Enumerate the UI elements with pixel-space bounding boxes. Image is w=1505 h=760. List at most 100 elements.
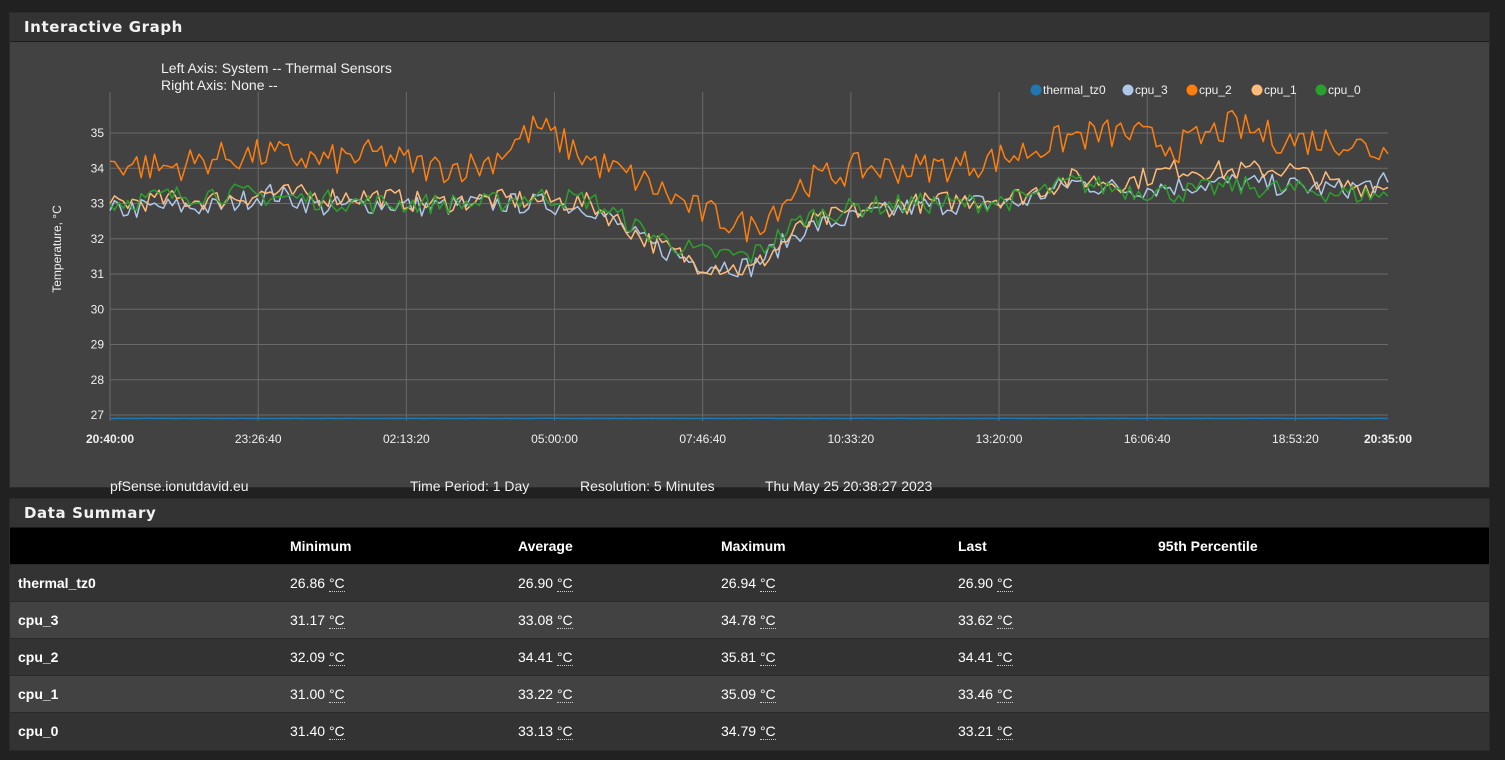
value-avg: 33.13 °C xyxy=(518,712,721,749)
summary-table: Minimum Average Maximum Last 95th Percen… xyxy=(10,528,1489,749)
value-number: 33.22 xyxy=(518,685,554,702)
chart-subtitle: Right Axis: None -- xyxy=(161,77,278,93)
unit-abbr[interactable]: °C xyxy=(759,648,776,666)
x-tick-label: 18:53:20 xyxy=(1272,432,1319,446)
unit-abbr[interactable]: °C xyxy=(996,648,1013,666)
series-layer xyxy=(109,109,1389,420)
value-max: 35.09 °C xyxy=(721,675,958,712)
y-tick-label: 30 xyxy=(91,302,105,316)
series-name: cpu_0 xyxy=(18,722,59,739)
unit-abbr[interactable]: °C xyxy=(328,722,345,740)
value-last: 26.90 °C xyxy=(958,564,1158,601)
series-name: cpu_3 xyxy=(18,611,59,628)
unit-abbr[interactable]: °C xyxy=(556,685,573,703)
value-max: 34.78 °C xyxy=(721,601,958,638)
series-line-cpu_2 xyxy=(109,109,1389,243)
value-number: 33.62 xyxy=(958,611,994,628)
unit-abbr[interactable]: °C xyxy=(556,574,573,592)
unit-abbr[interactable]: °C xyxy=(556,611,573,629)
value-max: 35.81 °C xyxy=(721,638,958,675)
legend-swatch-cpu_3 xyxy=(1122,84,1134,96)
header-average: Average xyxy=(518,537,573,554)
legend-label-cpu_2: cpu_2 xyxy=(1199,83,1232,97)
value-min: 26.86 °C xyxy=(290,564,518,601)
summary-row: cpu_3 31.17 °C 33.08 °C 34.78 °C 33.62 °C xyxy=(10,601,1489,638)
value-number: 32.09 xyxy=(290,648,326,665)
value-avg: 33.22 °C xyxy=(518,675,721,712)
generated-timestamp: Thu May 25 20:38:27 2023 xyxy=(765,478,933,494)
summary-panel-title: Data Summary xyxy=(10,499,1489,528)
value-p95 xyxy=(1158,638,1489,675)
time-period: Time Period: 1 Day xyxy=(410,478,530,494)
resolution: Resolution: 5 Minutes xyxy=(580,478,715,494)
legend-label-thermal_tz0: thermal_tz0 xyxy=(1043,83,1106,97)
y-tick-label: 29 xyxy=(91,338,105,352)
unit-abbr[interactable]: °C xyxy=(328,611,345,629)
unit-abbr[interactable]: °C xyxy=(328,648,345,666)
summary-row: cpu_1 31.00 °C 33.22 °C 35.09 °C 33.46 °C xyxy=(10,675,1489,712)
series-line-cpu_0 xyxy=(109,174,1389,264)
unit-abbr[interactable]: °C xyxy=(759,574,776,592)
series-name: thermal_tz0 xyxy=(18,574,96,591)
unit-abbr[interactable]: °C xyxy=(996,611,1013,629)
x-tick-label: 05:00:00 xyxy=(531,432,578,446)
x-tick-label: 02:13:20 xyxy=(383,432,430,446)
value-last: 33.46 °C xyxy=(958,675,1158,712)
y-tick-label: 32 xyxy=(91,232,105,246)
value-p95 xyxy=(1158,712,1489,749)
unit-abbr[interactable]: °C xyxy=(759,685,776,703)
value-avg: 34.41 °C xyxy=(518,638,721,675)
unit-abbr[interactable]: °C xyxy=(996,685,1013,703)
grid xyxy=(109,92,1388,421)
header-series xyxy=(10,528,290,564)
legend-swatch-cpu_0 xyxy=(1315,84,1327,96)
y-tick-label: 35 xyxy=(91,126,105,140)
series-name: cpu_2 xyxy=(18,648,59,665)
y-axis-ticks: 35 34 33 32 31 30 29 28 27 xyxy=(91,126,105,422)
value-avg: 33.08 °C xyxy=(518,601,721,638)
legend-label-cpu_0: cpu_0 xyxy=(1328,83,1361,97)
data-summary-panel: Data Summary Minimum Average Maximum Las… xyxy=(9,498,1490,751)
summary-row: thermal_tz0 26.86 °C 26.90 °C 26.94 °C 26.90… xyxy=(10,564,1489,601)
value-number: 34.41 xyxy=(518,648,554,665)
value-min: 32.09 °C xyxy=(290,638,518,675)
unit-abbr[interactable]: °C xyxy=(759,722,776,740)
value-min: 31.00 °C xyxy=(290,675,518,712)
value-min: 31.40 °C xyxy=(290,712,518,749)
y-axis-label: Temperature, °C xyxy=(50,205,64,293)
value-last: 34.41 °C xyxy=(958,638,1158,675)
header-minimum: Minimum xyxy=(290,537,352,554)
y-tick-label: 28 xyxy=(91,373,105,387)
header-last: Last xyxy=(958,537,987,554)
unit-abbr[interactable]: °C xyxy=(996,574,1013,592)
unit-abbr[interactable]: °C xyxy=(556,648,573,666)
y-tick-label: 31 xyxy=(91,267,105,281)
value-number: 31.40 xyxy=(290,722,326,739)
unit-abbr[interactable]: °C xyxy=(328,574,345,592)
temperature-chart[interactable]: Left Axis: System -- Thermal Sensors Rig… xyxy=(10,42,1489,488)
value-number: 26.90 xyxy=(518,574,554,591)
value-last: 33.62 °C xyxy=(958,601,1158,638)
y-tick-label: 34 xyxy=(91,161,105,175)
value-avg: 26.90 °C xyxy=(518,564,721,601)
unit-abbr[interactable]: °C xyxy=(759,611,776,629)
x-tick-label: 13:20:00 xyxy=(976,432,1023,446)
value-p95 xyxy=(1158,564,1489,601)
x-tick-label: 10:33:20 xyxy=(828,432,875,446)
value-number: 33.46 xyxy=(958,685,994,702)
unit-abbr[interactable]: °C xyxy=(996,722,1013,740)
y-tick-label: 33 xyxy=(91,197,105,211)
value-last: 33.21 °C xyxy=(958,712,1158,749)
unit-abbr[interactable]: °C xyxy=(556,722,573,740)
legend-swatch-cpu_2 xyxy=(1186,84,1198,96)
value-number: 33.21 xyxy=(958,722,994,739)
x-tick-label: 20:35:00 xyxy=(1364,432,1412,446)
header-95th-percentile: 95th Percentile xyxy=(1158,537,1258,554)
legend: thermal_tz0 cpu_3 cpu_2 cpu_1 cpu_0 xyxy=(1030,83,1361,97)
value-number: 34.78 xyxy=(721,611,757,628)
value-min: 31.17 °C xyxy=(290,601,518,638)
value-number: 33.08 xyxy=(518,611,554,628)
unit-abbr[interactable]: °C xyxy=(328,685,345,703)
header-maximum: Maximum xyxy=(721,537,786,554)
value-p95 xyxy=(1158,601,1489,638)
